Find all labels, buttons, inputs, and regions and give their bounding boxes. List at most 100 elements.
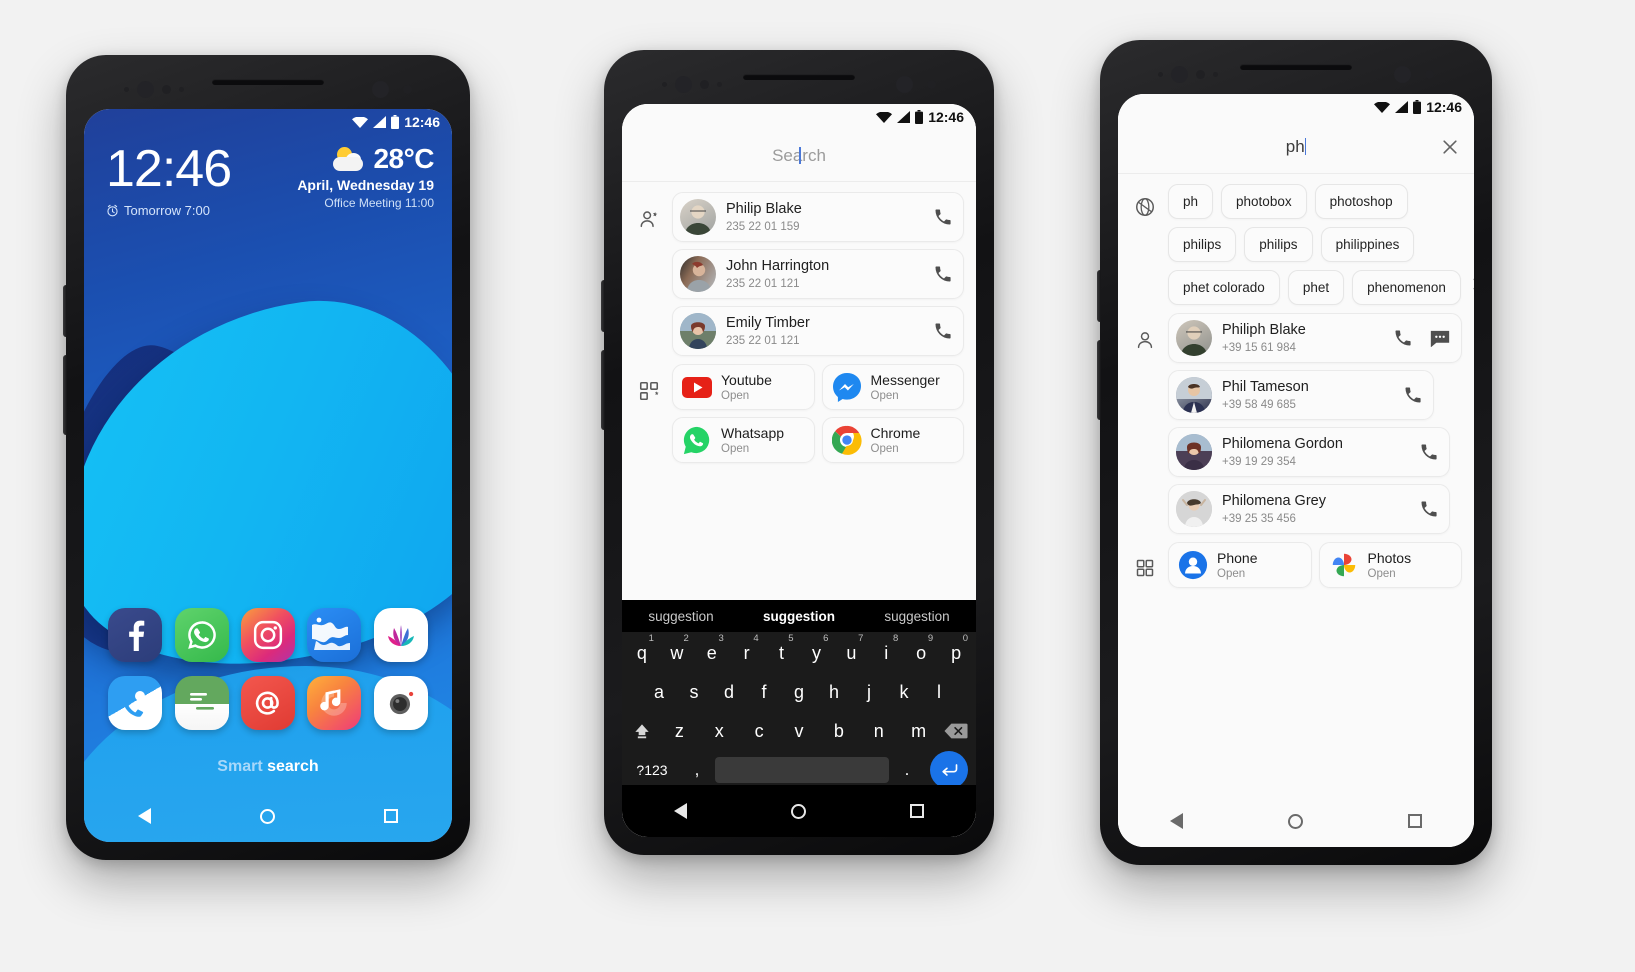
suggestion-chip[interactable]: philips (1244, 227, 1313, 262)
suggestion-chip[interactable]: photobox (1221, 184, 1307, 219)
contact-card[interactable]: Philiph Blake +39 15 61 984 (1168, 313, 1462, 363)
recents-icon[interactable] (910, 804, 924, 818)
key-o[interactable]: 9o (904, 633, 938, 668)
call-icon[interactable] (933, 207, 953, 227)
contact-card[interactable]: Emily Timber 235 22 01 121 (672, 306, 964, 356)
key-g[interactable]: g (782, 677, 816, 707)
contact-card[interactable]: Philomena Grey +39 25 35 456 (1168, 484, 1450, 534)
call-icon[interactable] (1393, 328, 1413, 348)
suggestion-chip[interactable]: philippines (1320, 227, 1415, 262)
key-q[interactable]: 1q (625, 633, 659, 668)
space-key[interactable] (715, 757, 889, 783)
app-icon-messages[interactable] (174, 676, 229, 730)
home-icon[interactable] (259, 808, 275, 824)
recents-icon[interactable] (1407, 814, 1422, 828)
app-shortcut-card[interactable]: Youtube Open (672, 364, 815, 410)
back-icon[interactable] (1170, 813, 1184, 829)
app-shortcut-card[interactable]: Messenger Open (821, 364, 964, 410)
key-y[interactable]: 6y (800, 633, 834, 668)
weather-widget[interactable]: 28°C April, Wednesday 19 Office Meeting … (297, 143, 434, 210)
recents-icon[interactable] (383, 809, 398, 823)
home-icon[interactable] (1287, 813, 1303, 829)
call-icon[interactable] (1403, 385, 1423, 405)
key-t[interactable]: 5t (765, 633, 799, 668)
search-input[interactable]: ph (1286, 137, 1307, 157)
contact-card[interactable]: Philip Blake 235 22 01 159 (672, 192, 964, 242)
contact-card[interactable]: John Harrington 235 22 01 121 (672, 249, 964, 299)
app-icon-camera[interactable] (373, 676, 428, 730)
sensor-dot-icon (1158, 72, 1163, 77)
key-i[interactable]: 8i (869, 633, 903, 668)
suggestion-chip[interactable]: phet colorado (1168, 270, 1280, 305)
key-k[interactable]: k (887, 677, 921, 707)
apps-list: Youtube Open Messenger Open Whatsapp Ope… (672, 364, 964, 463)
app-icon-whatsapp[interactable] (174, 608, 229, 662)
period-key[interactable]: . (890, 755, 924, 785)
key-x[interactable]: x (700, 716, 739, 746)
key-h[interactable]: h (817, 677, 851, 707)
app-icon-music[interactable] (307, 676, 362, 730)
key-c[interactable]: c (740, 716, 779, 746)
key-w[interactable]: 2w (660, 633, 694, 668)
message-icon[interactable] (1429, 329, 1451, 348)
suggestion-chip[interactable]: philips (1168, 227, 1237, 262)
app-shortcut-card[interactable]: Chrome Open (821, 417, 964, 463)
symbols-key[interactable]: ?123 (625, 755, 679, 785)
home-clock-widget[interactable]: 12:46 Tomorrow 7:00 28°C April, Wednesda… (106, 143, 434, 218)
app-shortcut-card[interactable]: Photos Open (1318, 542, 1462, 588)
chevron-right-icon[interactable] (1468, 276, 1474, 297)
suggestion-item[interactable]: suggestion (858, 609, 976, 624)
close-icon[interactable] (1440, 137, 1460, 157)
call-icon[interactable] (933, 264, 953, 284)
suggestion-chip[interactable]: phet (1287, 270, 1345, 305)
backspace-icon[interactable] (939, 716, 973, 746)
contact-card[interactable]: Philomena Gordon +39 19 29 354 (1168, 427, 1450, 477)
key-v[interactable]: v (780, 716, 819, 746)
key-m[interactable]: m (899, 716, 938, 746)
key-l[interactable]: l (922, 677, 956, 707)
key-e[interactable]: 3e (695, 633, 729, 668)
app-icon-facebook[interactable] (108, 608, 163, 662)
key-u[interactable]: 7u (834, 633, 868, 668)
search-bar[interactable]: Search (622, 130, 976, 182)
search-bar[interactable]: ph (1118, 120, 1474, 174)
suggestion-chip[interactable]: phenomenon (1352, 270, 1461, 305)
suggestion-chip[interactable]: photoshop (1314, 184, 1408, 219)
shift-icon[interactable] (625, 716, 659, 746)
app-shortcut-card[interactable]: Whatsapp Open (672, 417, 815, 463)
call-icon[interactable] (1419, 499, 1439, 519)
app-icon-contacts[interactable] (108, 676, 163, 730)
app-icon-maps[interactable] (307, 608, 362, 662)
key-b[interactable]: b (819, 716, 858, 746)
app-icon-gallery[interactable] (373, 608, 428, 662)
key-letter: e (706, 642, 717, 663)
back-icon[interactable] (138, 808, 152, 824)
call-icon[interactable] (933, 321, 953, 341)
search-input[interactable]: Search (772, 146, 826, 166)
key-r[interactable]: 4r (730, 633, 764, 668)
back-icon[interactable] (674, 803, 687, 819)
key-s[interactable]: s (677, 677, 711, 707)
key-d[interactable]: d (712, 677, 746, 707)
suggestion-item[interactable]: suggestion (740, 609, 858, 624)
enter-key[interactable] (925, 751, 973, 789)
key-n[interactable]: n (859, 716, 898, 746)
key-j[interactable]: j (852, 677, 886, 707)
suggestion-item[interactable]: suggestion (622, 609, 740, 624)
key-p[interactable]: 0p (939, 633, 973, 668)
smart-search-label[interactable]: Smart search (84, 758, 452, 776)
contact-info: John Harrington 235 22 01 121 (726, 258, 923, 289)
app-icon-instagram[interactable] (240, 608, 295, 662)
call-icon[interactable] (1419, 442, 1439, 462)
contact-number: 235 22 01 121 (726, 277, 800, 290)
contact-number: +39 25 35 456 (1222, 512, 1296, 525)
contact-card[interactable]: Phil Tameson +39 58 49 685 (1168, 370, 1434, 420)
key-f[interactable]: f (747, 677, 781, 707)
suggestion-chip[interactable]: ph (1168, 184, 1214, 219)
app-icon-email[interactable] (240, 676, 295, 730)
app-shortcut-card[interactable]: Phone Open (1168, 542, 1312, 588)
home-icon[interactable] (791, 803, 806, 819)
comma-key[interactable]: , (680, 755, 714, 785)
key-z[interactable]: z (660, 716, 699, 746)
key-a[interactable]: a (642, 677, 676, 707)
